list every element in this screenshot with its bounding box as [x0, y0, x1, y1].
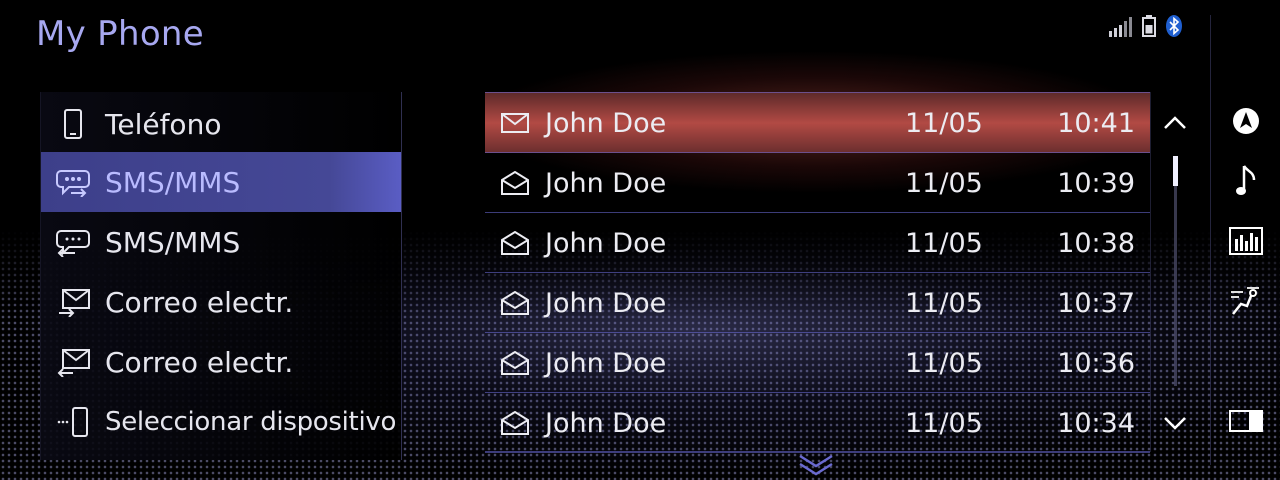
message-date: 11/05: [905, 107, 983, 139]
message-row[interactable]: John Doe 11/05 10:39: [485, 152, 1150, 213]
unread-envelope-icon: [485, 113, 545, 133]
message-row[interactable]: John Doe 11/05 10:38: [485, 212, 1150, 273]
equalizer-icon: [1229, 227, 1263, 255]
message-date: 11/05: [905, 227, 983, 259]
scroll-down-button[interactable]: [1151, 398, 1199, 448]
status-bar: [1109, 15, 1182, 37]
phone-icon: [41, 109, 105, 139]
page-title: My Phone: [36, 14, 204, 54]
battery-icon: [1142, 15, 1156, 37]
message-date: 11/05: [905, 407, 983, 439]
sender-name: John Doe: [545, 407, 667, 439]
scrollbar[interactable]: [1150, 92, 1199, 452]
sidebar-item-sms-incoming[interactable]: SMS/MMS: [41, 152, 401, 212]
message-time: 10:37: [1057, 287, 1135, 319]
message-time: 10:34: [1057, 407, 1135, 439]
sidebar-menu: Teléfono SMS/MMS SMS/MMS Correo electr. …: [40, 92, 402, 460]
message-time: 10:41: [1057, 107, 1135, 139]
sidebar-item-label: Teléfono: [105, 107, 222, 141]
sidebar-item-mail-outgoing[interactable]: Correo electr.: [41, 332, 401, 392]
scroll-thumb[interactable]: [1173, 156, 1178, 186]
scroll-track[interactable]: [1174, 156, 1177, 386]
mail-incoming-icon: [41, 287, 105, 317]
navigation-icon: [1233, 108, 1259, 134]
chevron-down-icon: [1164, 417, 1186, 430]
info-button[interactable]: [1211, 213, 1280, 269]
message-date: 11/05: [905, 347, 983, 379]
message-time: 10:39: [1057, 167, 1135, 199]
music-note-icon: [1236, 165, 1256, 195]
select-device-icon: [41, 407, 105, 437]
sender-name: John Doe: [545, 227, 667, 259]
message-date: 11/05: [905, 167, 983, 199]
sender-name: John Doe: [545, 167, 667, 199]
sidebar-item-select-device[interactable]: Seleccionar dispositivo: [41, 392, 401, 452]
sender-name: John Doe: [545, 347, 667, 379]
read-envelope-icon: [485, 291, 545, 315]
message-row[interactable]: John Doe 11/05 10:37: [485, 272, 1150, 333]
sidebar-item-label: Correo electr.: [105, 345, 294, 379]
sms-outgoing-icon: [41, 227, 105, 257]
sender-name: John Doe: [545, 107, 667, 139]
read-envelope-icon: [485, 351, 545, 375]
message-list: John Doe 11/05 10:41 John Doe 11/05 10:3…: [485, 92, 1150, 452]
read-envelope-icon: [485, 411, 545, 435]
sidebar-item-label: SMS/MMS: [105, 165, 241, 199]
sidebar-item-mail-incoming[interactable]: Correo electr.: [41, 272, 401, 332]
bluetooth-icon: [1166, 15, 1182, 37]
sidebar-item-label: Seleccionar dispositivo: [105, 407, 397, 437]
sms-incoming-icon: [41, 167, 105, 197]
navigation-button[interactable]: [1211, 93, 1280, 149]
sidebar-item-label: Correo electr.: [105, 285, 294, 319]
audio-button[interactable]: [1211, 153, 1280, 209]
side-rail: [1210, 15, 1280, 465]
split-screen-icon: [1229, 410, 1263, 432]
sidebar-item-telefono[interactable]: Teléfono: [41, 94, 401, 154]
read-envelope-icon: [485, 171, 545, 195]
mail-outgoing-icon: [41, 347, 105, 377]
message-time: 10:38: [1057, 227, 1135, 259]
sender-name: John Doe: [545, 287, 667, 319]
scroll-up-button[interactable]: [1151, 98, 1199, 148]
more-below-icon: [799, 454, 833, 476]
climate-icon: [1231, 287, 1259, 315]
message-time: 10:36: [1057, 347, 1135, 379]
message-date: 11/05: [905, 287, 983, 319]
message-row[interactable]: John Doe 11/05 10:36: [485, 332, 1150, 393]
read-envelope-icon: [485, 231, 545, 255]
sidebar-item-label: SMS/MMS: [105, 225, 241, 259]
message-row[interactable]: John Doe 11/05 10:41: [485, 92, 1150, 153]
signal-icon: [1109, 17, 1132, 37]
sidebar-item-sms-outgoing[interactable]: SMS/MMS: [41, 212, 401, 272]
climate-button[interactable]: [1211, 273, 1280, 329]
split-screen-button[interactable]: [1211, 393, 1280, 449]
chevron-up-icon: [1164, 116, 1186, 129]
message-row[interactable]: John Doe 11/05 10:34: [485, 392, 1150, 453]
